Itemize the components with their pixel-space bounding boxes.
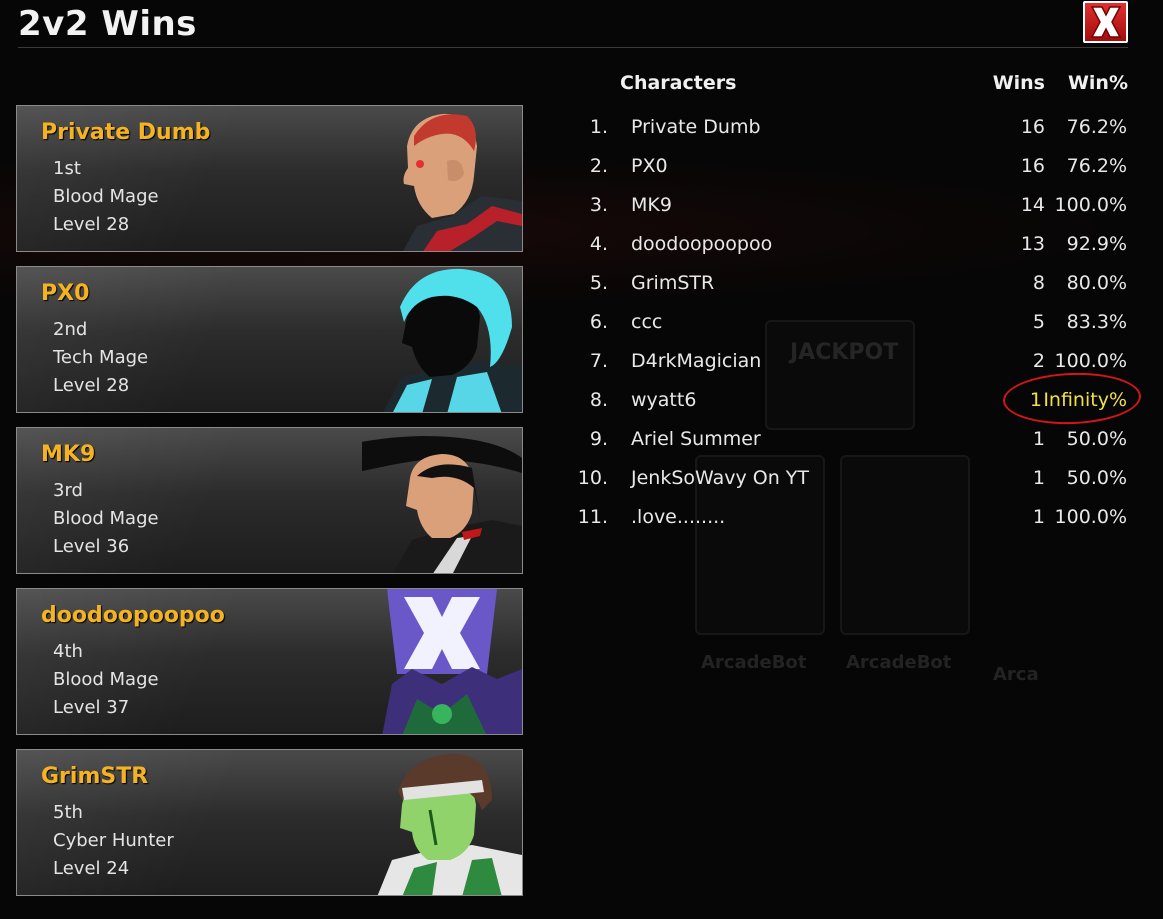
row-character-name: MK9 — [631, 194, 672, 216]
character-level: Level 36 — [53, 536, 130, 557]
character-class: Tech Mage — [53, 347, 149, 368]
character-portrait — [362, 436, 522, 573]
character-place: 2nd — [53, 319, 88, 340]
row-character-name: ccc — [631, 311, 663, 333]
column-header-winpct: Win% — [1067, 72, 1128, 94]
table-row: 2. PX0 16 76.2% — [570, 155, 1130, 194]
table-row: 11. .love........ 1 100.0% — [570, 506, 1130, 545]
row-rank: 6. — [589, 311, 608, 333]
row-rank: 9. — [589, 428, 608, 450]
character-class: Blood Mage — [53, 669, 159, 690]
character-level: Level 28 — [53, 214, 130, 235]
character-name: MK9 — [41, 442, 96, 467]
character-class: Cyber Hunter — [53, 830, 174, 851]
character-name: Private Dumb — [41, 120, 211, 145]
row-win-percent: 83.3% — [1066, 311, 1127, 333]
row-character-name: Private Dumb — [631, 116, 761, 138]
row-character-name: PX0 — [631, 155, 668, 177]
character-place: 5th — [53, 802, 83, 823]
row-rank: 11. — [577, 506, 608, 528]
table-row: 3. MK9 14 100.0% — [570, 194, 1130, 233]
table-row: 4. doodoopoopoo 13 92.9% — [570, 233, 1130, 272]
row-rank: 10. — [577, 467, 608, 489]
row-rank: 1. — [589, 116, 608, 138]
row-wins: 5 — [1032, 311, 1045, 333]
row-win-percent: 80.0% — [1066, 272, 1127, 294]
character-place: 3rd — [53, 480, 83, 501]
table-row: 1. Private Dumb 16 76.2% — [570, 116, 1130, 155]
table-row: 10. JenkSoWavy On YT 1 50.0% — [570, 467, 1130, 506]
close-button[interactable] — [1083, 1, 1128, 43]
window-title: 2v2 Wins — [18, 4, 197, 44]
background-sign: ArcadeBot — [846, 652, 952, 673]
background-sign: Arca — [993, 664, 1039, 685]
row-win-percent: 50.0% — [1066, 428, 1127, 450]
row-character-name: wyatt6 — [631, 389, 697, 411]
character-name: PX0 — [41, 281, 90, 306]
row-character-name: Ariel Summer — [631, 428, 761, 450]
character-card[interactable]: doodoopoopoo 4th Blood Mage Level 37 — [16, 588, 523, 735]
top-character-cards: Private Dumb 1st Blood Mage Level 28 PX0… — [16, 105, 523, 910]
row-win-percent: 100.0% — [1054, 506, 1127, 528]
character-portrait — [383, 268, 522, 412]
character-level: Level 28 — [53, 375, 130, 396]
row-rank: 5. — [589, 272, 608, 294]
background-sign: ArcadeBot — [701, 652, 807, 673]
row-rank: 7. — [589, 350, 608, 372]
row-character-name: D4rkMagician — [631, 350, 762, 372]
row-character-name: doodoopoopoo — [631, 233, 773, 255]
row-character-name: JenkSoWavy On YT — [631, 467, 810, 489]
row-win-percent: 100.0% — [1054, 350, 1127, 372]
row-wins: 13 — [1020, 233, 1045, 255]
column-header-characters: Characters — [620, 72, 737, 94]
character-card[interactable]: Private Dumb 1st Blood Mage Level 28 — [16, 105, 523, 252]
title-divider — [18, 47, 1128, 48]
row-rank: 8. — [589, 389, 608, 411]
row-wins: 14 — [1020, 194, 1045, 216]
table-row: 9. Ariel Summer 1 50.0% — [570, 428, 1130, 467]
row-character-name: GrimSTR — [631, 272, 715, 294]
row-win-percent: 50.0% — [1066, 467, 1127, 489]
close-icon — [1090, 6, 1121, 38]
character-portrait — [382, 589, 522, 734]
row-rank: 4. — [589, 233, 608, 255]
character-portrait — [403, 113, 522, 251]
character-level: Level 37 — [53, 697, 130, 718]
row-wins: 1 — [1032, 428, 1045, 450]
row-win-percent: 100.0% — [1054, 194, 1127, 216]
character-card[interactable]: MK9 3rd Blood Mage Level 36 — [16, 427, 523, 574]
row-wins: 2 — [1032, 350, 1045, 372]
row-wins: 8 — [1032, 272, 1045, 294]
row-wins: 1 — [1032, 506, 1045, 528]
character-name: GrimSTR — [41, 764, 149, 789]
character-place: 1st — [53, 158, 81, 179]
row-win-percent: 76.2% — [1066, 116, 1127, 138]
row-win-percent: 92.9% — [1066, 233, 1127, 255]
table-row: 6. ccc 5 83.3% — [570, 311, 1130, 350]
character-place: 4th — [53, 641, 83, 662]
character-class: Blood Mage — [53, 186, 159, 207]
character-level: Level 24 — [53, 858, 130, 879]
character-card[interactable]: GrimSTR 5th Cyber Hunter Level 24 — [16, 749, 523, 896]
row-wins: 16 — [1020, 155, 1045, 177]
row-wins: 1 — [1032, 467, 1045, 489]
table-row: 5. GrimSTR 8 80.0% — [570, 272, 1130, 311]
row-rank: 2. — [589, 155, 608, 177]
column-header-wins: Wins — [992, 72, 1045, 94]
row-wins: 16 — [1020, 116, 1045, 138]
row-win-percent: 76.2% — [1066, 155, 1127, 177]
row-character-name: .love........ — [631, 506, 726, 528]
character-name: doodoopoopoo — [41, 603, 225, 628]
character-card[interactable]: PX0 2nd Tech Mage Level 28 — [16, 266, 523, 413]
row-rank: 3. — [589, 194, 608, 216]
character-class: Blood Mage — [53, 508, 159, 529]
character-portrait — [377, 754, 522, 895]
